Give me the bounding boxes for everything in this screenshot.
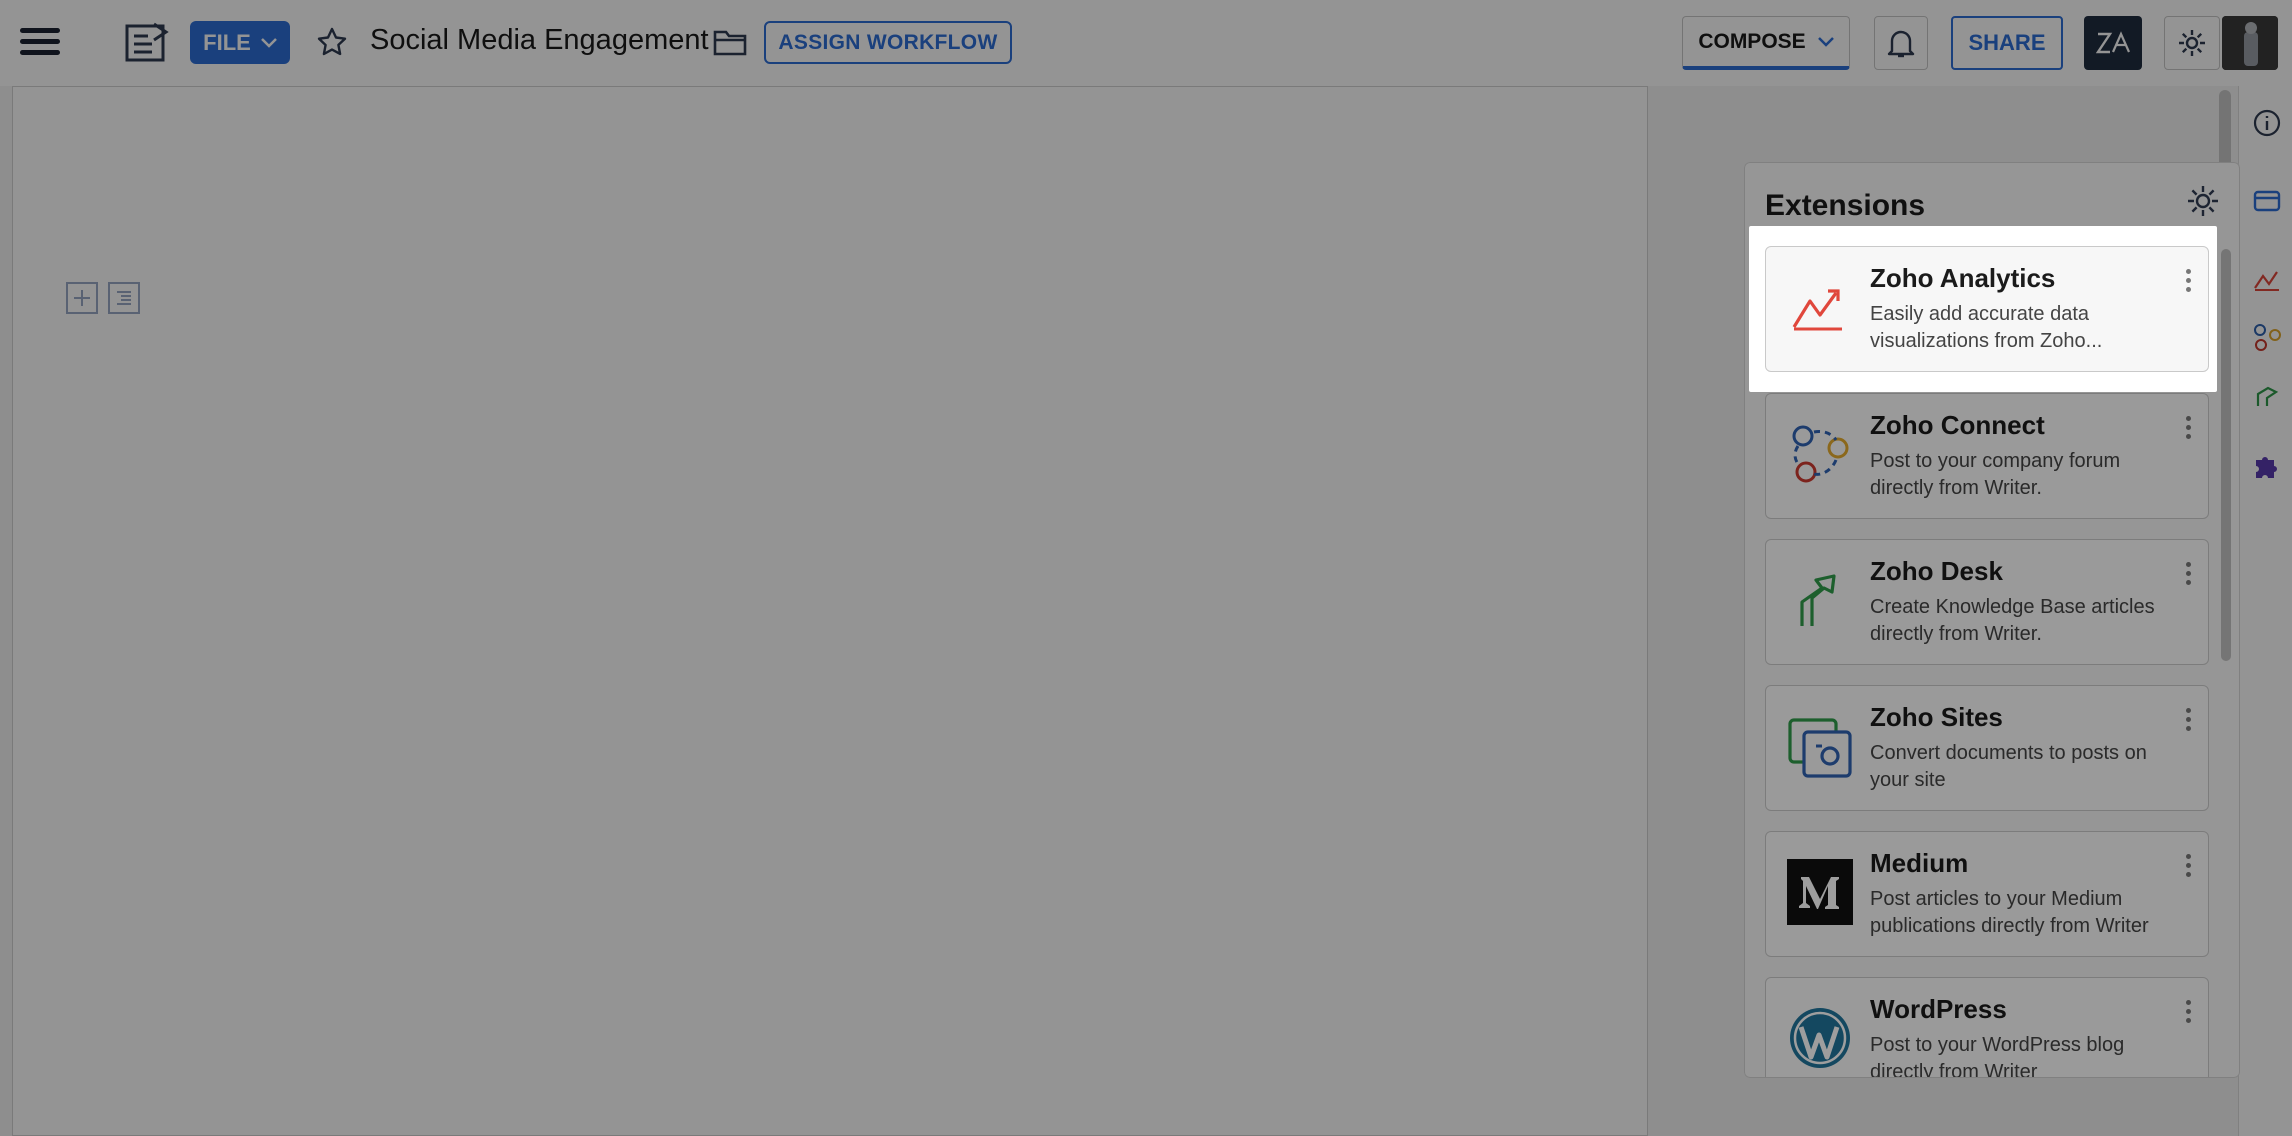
extension-description: Easily add accurate data visualizations … xyxy=(1870,303,2103,352)
highlight-spotlight: Zoho Analytics Easily add accurate data … xyxy=(1749,226,2217,392)
extension-name: Zoho Analytics xyxy=(1870,263,2056,293)
more-options-icon[interactable] xyxy=(2180,265,2196,295)
analytics-icon xyxy=(1786,273,1854,341)
extension-card-zoho-analytics-highlighted[interactable]: Zoho Analytics Easily add accurate data … xyxy=(1765,246,2209,372)
